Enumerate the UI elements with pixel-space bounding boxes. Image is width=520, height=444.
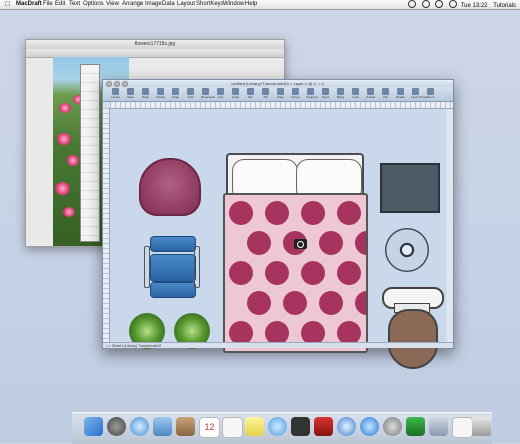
dock: 12 (72, 412, 492, 444)
toolbar-align-button[interactable]: Align (276, 88, 285, 100)
menu-layout[interactable]: Layout (177, 0, 195, 9)
bed-symbol[interactable] (223, 153, 368, 353)
toolbar-unlock-button[interactable]: Unlock (366, 88, 375, 100)
image-window-title: flowers17718c.jpg (26, 40, 284, 49)
toolbar-group-button[interactable]: Group (291, 88, 300, 100)
left-ruler (103, 108, 110, 342)
toilet-symbol[interactable] (380, 287, 444, 369)
toolbar-open-button[interactable]: Open (141, 88, 150, 100)
menu-file[interactable]: File (43, 0, 53, 9)
toolbar-dimension-button[interactable]: Dimension (201, 88, 215, 100)
menu-shortkeys[interactable]: ShortKeys (196, 0, 224, 9)
blue-chair-symbol[interactable] (144, 236, 200, 298)
calendar-icon[interactable]: 12 (199, 417, 220, 438)
safari-icon[interactable] (130, 417, 149, 436)
camera-icon (294, 239, 307, 249)
status-bar: < > Sheet1 (Library) Tutorial.mdd10 (103, 342, 453, 348)
trash-icon[interactable] (472, 417, 491, 436)
facetime-icon[interactable] (291, 417, 310, 436)
tool-palette[interactable] (80, 64, 100, 242)
status-area: Tue 13:22 Tutorials (406, 0, 516, 11)
menu-help[interactable]: Help (245, 0, 257, 9)
clock[interactable]: Tue 13:22 (461, 3, 488, 9)
document-toolbar: Layers Save Open Library Snap Grid Dimen… (103, 87, 453, 102)
menu-text[interactable]: Text (69, 0, 80, 9)
menu-options[interactable]: Options (83, 0, 104, 9)
toolbar-layer-props-button[interactable]: Layer Props (411, 88, 427, 100)
speaker-symbol[interactable] (385, 228, 429, 272)
menu-image[interactable]: Image (145, 0, 162, 9)
bluetooth-icon[interactable] (421, 0, 430, 8)
toolbar-rotate-button[interactable]: Rotate (396, 88, 405, 100)
apple-menu-icon[interactable]:  (5, 0, 10, 9)
document-icon[interactable] (452, 417, 473, 438)
timemachine-icon[interactable] (408, 0, 417, 8)
toolbar-snap-button[interactable]: Snap (171, 88, 180, 100)
menu-data[interactable]: Data (162, 0, 175, 9)
utility-icon[interactable] (429, 417, 448, 436)
document-window-title: Untitled (Library)*Tutorial.mdd10 > Laye… (103, 80, 453, 87)
wifi-icon[interactable] (435, 0, 444, 8)
mail-icon[interactable] (153, 417, 172, 436)
photobooth-icon[interactable] (314, 417, 333, 436)
menu-edit[interactable]: Edit (55, 0, 65, 9)
finder-icon[interactable] (84, 417, 103, 436)
toolbar-ungroup-button[interactable]: Ungroup (306, 88, 318, 100)
armchair-symbol[interactable] (139, 158, 201, 216)
preferences-icon[interactable] (383, 417, 402, 436)
macdraft-icon[interactable] (406, 417, 425, 436)
toolbar-grid-button[interactable]: Grid (186, 88, 195, 100)
appstore-icon[interactable] (360, 417, 379, 436)
menu-view[interactable]: View (106, 0, 119, 9)
menu-bar:  MacDraft File Edit Text Options View A… (0, 0, 520, 10)
menu-window[interactable]: Window (223, 0, 244, 9)
chair-seat (150, 254, 196, 282)
toolbar-lock-button[interactable]: Lock (351, 88, 360, 100)
reminders-icon[interactable] (245, 417, 264, 436)
tv-symbol[interactable] (380, 163, 440, 213)
notes-icon[interactable] (222, 417, 243, 438)
chair-back (150, 236, 196, 252)
contacts-icon[interactable] (176, 417, 195, 436)
app-menu[interactable]: MacDraft (16, 0, 42, 9)
user-menu[interactable]: Tutorials (493, 3, 516, 9)
vertical-scrollbar[interactable] (447, 109, 453, 342)
drawing-canvas[interactable] (110, 109, 446, 369)
toolbar-pen-button[interactable]: Pen (246, 88, 255, 100)
launchpad-icon[interactable] (107, 417, 126, 436)
toolbar-flip-button[interactable]: Flip (381, 88, 390, 100)
toolbar-save-button[interactable]: Save (126, 88, 135, 100)
toolbar-send-button[interactable]: Send (321, 88, 330, 100)
volume-icon[interactable] (449, 0, 458, 8)
toolbar-layers-button[interactable]: Layers (111, 88, 120, 100)
toolbar-fill-button[interactable]: Fill (261, 88, 270, 100)
quilt (223, 193, 368, 353)
toolbar-bring-button[interactable]: Bring (336, 88, 345, 100)
menu-arrange[interactable]: Arrange (122, 0, 143, 9)
toolbar-line-button[interactable]: Line (216, 88, 225, 100)
messages-icon[interactable] (268, 417, 287, 436)
toolbar-library-button[interactable]: Library (156, 88, 165, 100)
toolbar-zoom-button[interactable]: Zoom (426, 88, 435, 100)
top-ruler (110, 102, 453, 109)
chair-front (150, 282, 196, 298)
document-window: Untitled (Library)*Tutorial.mdd10 > Laye… (102, 79, 454, 369)
toolbar-color-button[interactable]: Color (231, 88, 240, 100)
itunes-icon[interactable] (337, 417, 356, 436)
